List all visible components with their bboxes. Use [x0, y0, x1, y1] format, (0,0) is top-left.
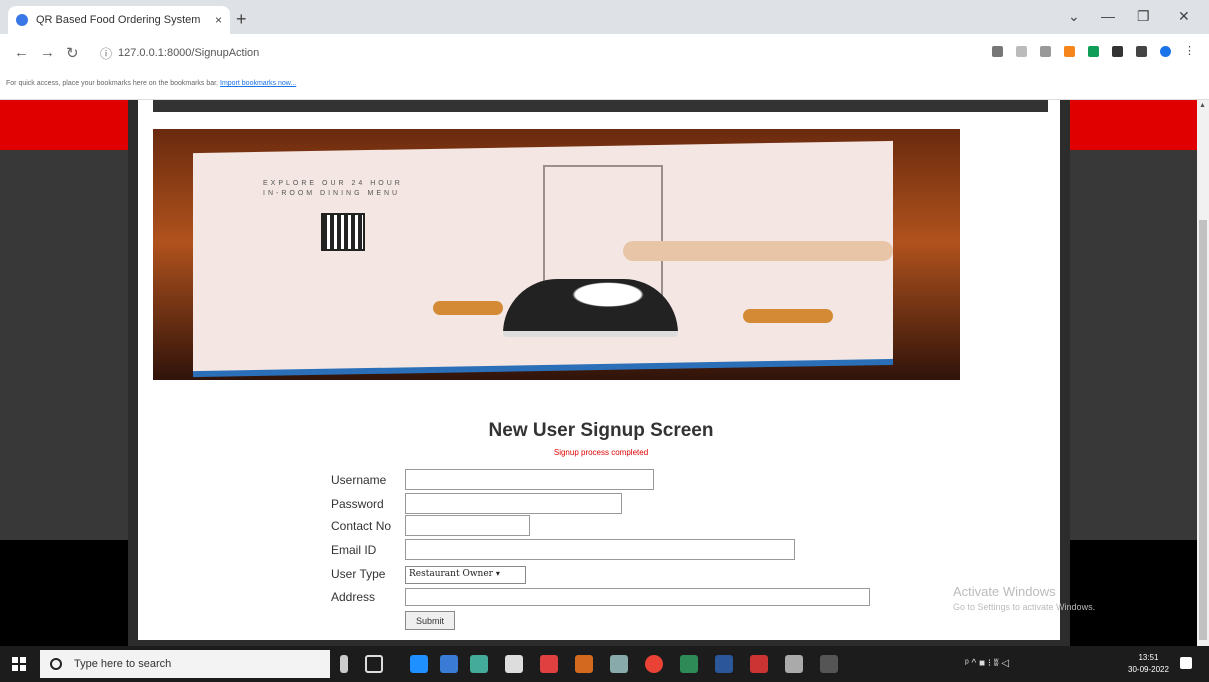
hand-illustration	[623, 241, 893, 261]
address-input[interactable]	[405, 588, 870, 606]
password-input[interactable]	[405, 493, 622, 514]
email-input[interactable]	[405, 539, 795, 560]
browser-tab[interactable]: QR Based Food Ordering System ×	[8, 6, 230, 34]
taskbar-clock[interactable]: 13:51 30-09-2022	[1128, 652, 1169, 676]
usertype-select[interactable]: Restaurant Owner ▾	[405, 566, 526, 584]
reload-icon[interactable]: ↻	[66, 44, 79, 62]
email-label: Email ID	[331, 543, 377, 557]
globe-icon	[16, 14, 28, 26]
address-label: Address	[331, 590, 376, 604]
contact-label: Contact No	[331, 519, 392, 533]
sidepanel-icon[interactable]	[1136, 46, 1147, 57]
taskbar: Type here to search ᵖ ^ ■ ⁝ ʬ ◁ 13:51 30…	[0, 646, 1209, 682]
submit-button[interactable]: Submit	[405, 611, 455, 630]
watermark-title: Activate Windows	[953, 584, 1056, 599]
maximize-button[interactable]: ❐	[1137, 8, 1150, 25]
tab-title: QR Based Food Ordering System	[36, 14, 201, 26]
windows-start-icon[interactable]	[12, 657, 26, 671]
clock-time: 13:51	[1138, 653, 1159, 662]
tab-close-icon[interactable]: ×	[215, 13, 222, 27]
share-icon[interactable]	[1016, 46, 1027, 57]
task-view-icon[interactable]	[365, 655, 383, 673]
back-icon[interactable]: ←	[14, 44, 29, 61]
forward-icon[interactable]: →	[40, 44, 55, 61]
password-label: Password	[331, 497, 384, 511]
scrollbar[interactable]: ▲	[1197, 100, 1209, 646]
word-icon[interactable]	[715, 655, 733, 673]
microphone-icon[interactable]	[340, 655, 348, 673]
paint-icon[interactable]	[750, 655, 768, 673]
edge-icon[interactable]	[410, 655, 428, 673]
puzzle-icon[interactable]	[1112, 46, 1123, 57]
watermark-subtitle: Go to Settings to activate Windows.	[953, 602, 1096, 612]
page-viewport: EXPLORE OUR 24 HOUR IN-ROOM DINING MENU …	[0, 100, 1197, 646]
usertype-label: User Type	[331, 567, 386, 581]
cortana-icon	[50, 658, 62, 670]
food-plate	[743, 309, 833, 323]
metamask-icon[interactable]	[1064, 46, 1075, 57]
activation-watermark: Activate Windows Go to Settings to activ…	[953, 584, 1095, 612]
search-placeholder: Type here to search	[74, 658, 172, 670]
qr-code-icon	[321, 213, 365, 251]
tab-strip: QR Based Food Ordering System × + ⌄ — ❐ …	[0, 0, 1209, 34]
document-icon[interactable]	[610, 655, 628, 673]
browser-toolbar: ← → ↻ ⓘ 127.0.0.1:8000/SignupAction ⋮	[0, 34, 1209, 72]
lock-app-icon[interactable]	[505, 655, 523, 673]
scroll-up-icon[interactable]: ▲	[1199, 102, 1206, 109]
terminal-icon[interactable]	[680, 655, 698, 673]
tab-search-icon[interactable]: ⌄	[1068, 8, 1080, 25]
key-icon[interactable]	[992, 46, 1003, 57]
hero-image: EXPLORE OUR 24 HOUR IN-ROOM DINING MENU	[153, 129, 960, 380]
usertype-value: Restaurant Owner	[409, 569, 493, 579]
scrollbar-thumb[interactable]	[1199, 220, 1207, 640]
close-window-button[interactable]: ✕	[1178, 8, 1190, 25]
chevron-down-icon: ▾	[495, 569, 500, 578]
shield-extension-icon[interactable]	[1088, 46, 1099, 57]
import-bookmarks-link[interactable]: Import bookmarks now...	[220, 80, 296, 87]
info-icon[interactable]: ⓘ	[100, 45, 112, 62]
profile-icon[interactable]	[1160, 46, 1171, 57]
username-input[interactable]	[405, 469, 654, 490]
minimize-button[interactable]: —	[1101, 8, 1115, 24]
username-label: Username	[331, 473, 387, 487]
store-icon[interactable]	[440, 655, 458, 673]
menu-card-text: EXPLORE OUR 24 HOUR IN-ROOM DINING MENU	[263, 180, 403, 197]
address-bar[interactable]: ⓘ 127.0.0.1:8000/SignupAction	[100, 40, 936, 66]
url-text: 127.0.0.1:8000/SignupAction	[118, 47, 260, 59]
new-tab-button[interactable]: +	[236, 9, 247, 30]
clock-date: 30-09-2022	[1128, 665, 1169, 674]
monitor-icon[interactable]	[820, 655, 838, 673]
chrome-icon[interactable]	[645, 655, 663, 673]
nav-bar	[153, 100, 1048, 112]
app-icon[interactable]	[470, 655, 488, 673]
java-icon[interactable]	[575, 655, 593, 673]
bookmarks-bar: For quick access, place your bookmarks h…	[0, 72, 1209, 100]
bookmarks-hint: For quick access, place your bookmarks h…	[6, 80, 219, 87]
notification-icon[interactable]	[1180, 657, 1192, 669]
cloche-illustration	[503, 279, 678, 337]
office-icon[interactable]	[540, 655, 558, 673]
contact-input[interactable]	[405, 515, 530, 536]
star-icon[interactable]	[1040, 46, 1051, 57]
taskbar-search[interactable]: Type here to search	[40, 650, 330, 678]
menu-icon[interactable]: ⋮	[1184, 46, 1195, 57]
extensions-area: ⋮	[992, 46, 1195, 57]
form-title: New User Signup Screen	[488, 420, 714, 441]
food-plate	[433, 301, 503, 315]
explorer-icon[interactable]	[785, 655, 803, 673]
status-message: Signup process completed	[553, 448, 649, 457]
system-tray-icons[interactable]: ᵖ ^ ■ ⁝ ʬ ◁	[965, 658, 1009, 669]
